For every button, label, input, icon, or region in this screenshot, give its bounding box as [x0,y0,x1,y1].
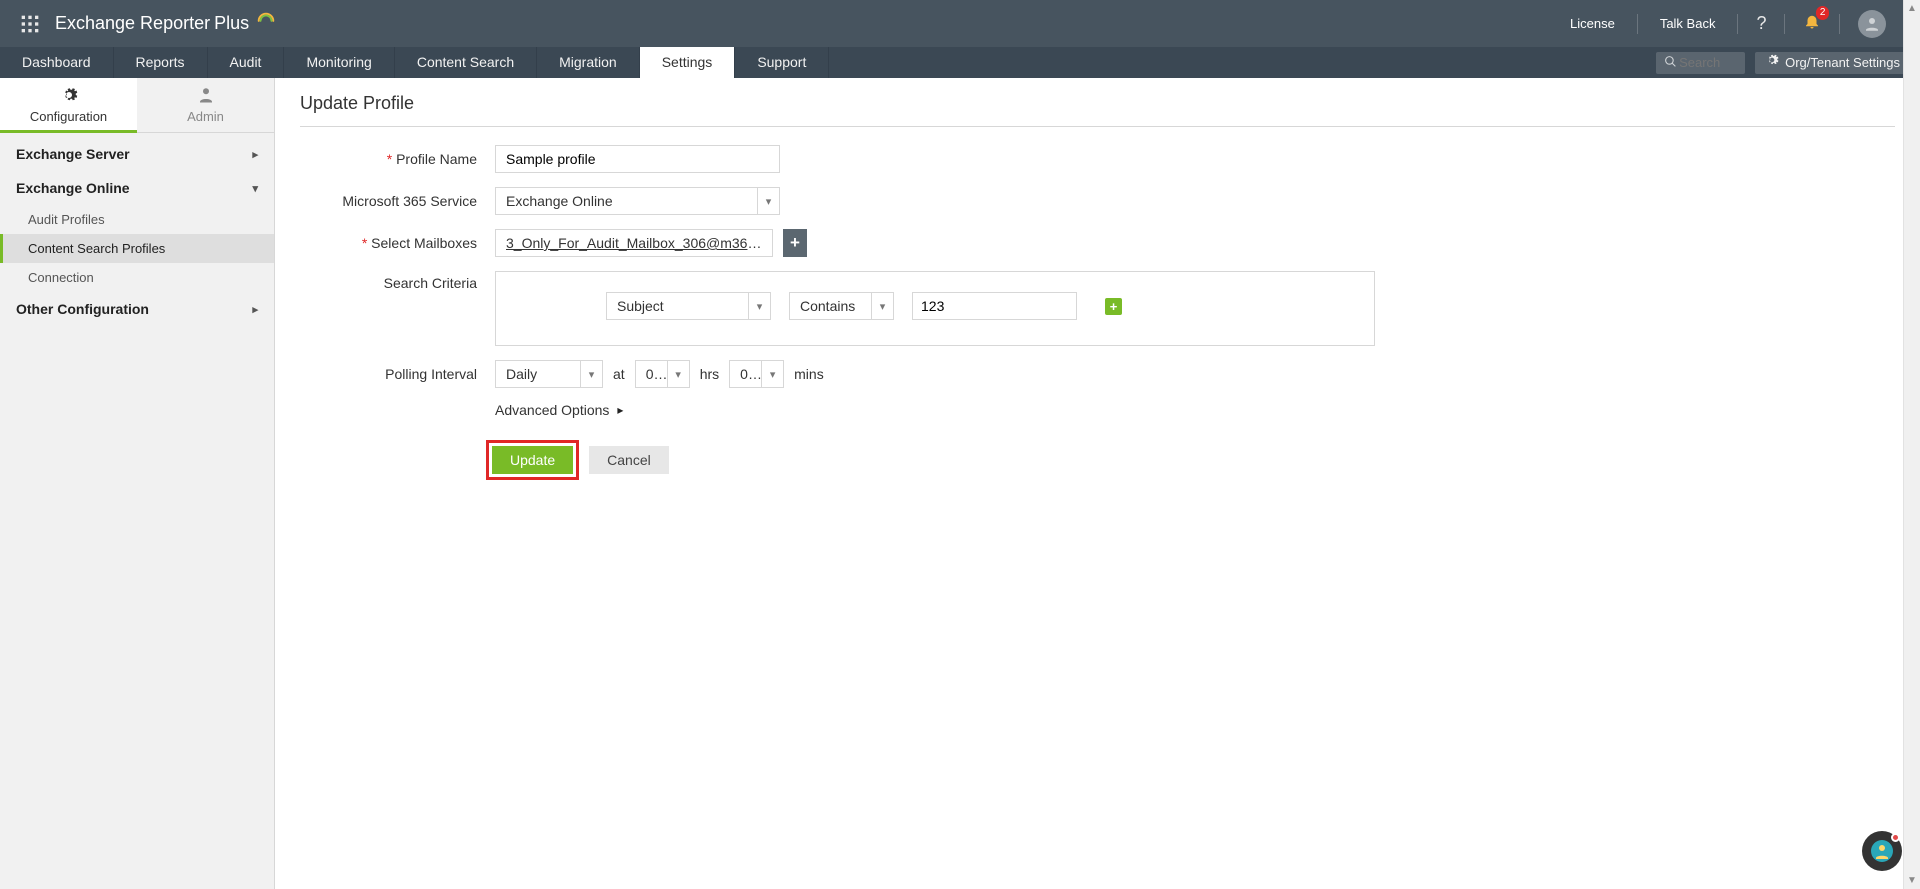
menu-group-label: Other Configuration [16,301,149,317]
hrs-label: hrs [700,366,719,382]
menu-group-label: Exchange Online [16,180,130,196]
tab-audit[interactable]: Audit [208,47,285,78]
chevron-down-icon: ▾ [252,182,258,195]
search-criteria-box: Subject ▾ Contains ▾ + [495,271,1375,346]
m365-service-label: Microsoft 365 Service [300,193,495,209]
select-value: 00 [730,366,761,382]
brand-name-a: Exchange Reporter [55,13,210,34]
gear-icon [60,86,78,109]
admin-icon [197,86,215,109]
separator [1784,14,1785,34]
profile-name-label: Profile Name [300,151,495,167]
side-tab-label: Admin [187,109,224,124]
global-search[interactable] [1656,52,1745,74]
menu-item-connection[interactable]: Connection [0,263,274,292]
search-criteria-label: Search Criteria [300,271,495,291]
chevron-down-icon: ▾ [757,188,779,214]
chevron-right-icon: ▸ [252,148,258,161]
side-menu: Exchange Server ▸ Exchange Online ▾ Audi… [0,133,274,889]
criteria-field-select[interactable]: Subject ▾ [606,292,771,320]
tab-content-search[interactable]: Content Search [395,47,537,78]
chevron-down-icon: ▾ [580,361,602,387]
tab-dashboard[interactable]: Dashboard [0,47,114,78]
search-icon [1664,55,1677,71]
side-tab-admin[interactable]: Admin [137,78,274,132]
chat-notification-dot [1891,833,1900,842]
polling-interval-select[interactable]: Daily ▾ [495,360,603,388]
select-value: Contains [790,298,871,314]
select-value: Daily [496,366,580,382]
top-right-controls: License Talk Back ? 2 ▾ [1566,10,1910,38]
menu-item-audit-profiles[interactable]: Audit Profiles [0,205,274,234]
select-mailboxes-label: Select Mailboxes [300,235,495,251]
advanced-options-toggle[interactable]: Advanced Options ▸ [495,402,1895,418]
polling-hours-select[interactable]: 00 ▾ [635,360,690,388]
separator [1839,14,1840,34]
menu-group-other-configuration[interactable]: Other Configuration ▸ [0,292,274,326]
tab-reports[interactable]: Reports [114,47,208,78]
select-value: Subject [607,298,748,314]
update-button[interactable]: Update [492,446,573,474]
at-label: at [613,366,625,382]
brand-name-b: Plus [214,13,249,34]
help-icon[interactable]: ? [1756,13,1766,34]
side-tab-label: Configuration [30,109,107,124]
select-value: 00 [636,366,667,382]
select-value: Exchange Online [496,193,757,209]
mailboxes-select[interactable]: 3_Only_For_Audit_Mailbox_306@m365q… [495,229,773,257]
m365-service-select[interactable]: Exchange Online ▾ [495,187,780,215]
polling-mins-select[interactable]: 00 ▾ [729,360,784,388]
advanced-options-label: Advanced Options [495,402,609,418]
chevron-down-icon: ▾ [667,361,689,387]
update-button-highlight: Update [486,440,579,480]
main-navigation: Dashboard Reports Audit Monitoring Conte… [0,47,1920,78]
polling-interval-label: Polling Interval [300,366,495,382]
add-criteria-button[interactable]: + [1105,298,1122,315]
side-tab-configuration[interactable]: Configuration [0,78,137,132]
criteria-operator-select[interactable]: Contains ▾ [789,292,894,320]
org-tenant-settings-button[interactable]: Org/Tenant Settings [1755,52,1910,74]
main-content: Update Profile Profile Name Microsoft 36… [275,78,1920,889]
talkback-link[interactable]: Talk Back [1656,16,1720,31]
mins-label: mins [794,366,824,382]
apps-grid-icon[interactable] [20,14,40,34]
select-value: 3_Only_For_Audit_Mailbox_306@m365q… [496,235,772,251]
brand-logo[interactable]: Exchange Reporter Plus [55,10,277,37]
org-tenant-label: Org/Tenant Settings [1785,52,1900,74]
criteria-value-input[interactable] [912,292,1077,320]
brand-swirl-icon [255,10,277,37]
menu-group-exchange-server[interactable]: Exchange Server ▸ [0,137,274,171]
notification-count: 2 [1816,6,1830,20]
menu-item-content-search-profiles[interactable]: Content Search Profiles [0,234,274,263]
chevron-right-icon: ▸ [252,303,258,316]
notifications-button[interactable]: 2 [1803,12,1821,35]
scroll-up-icon[interactable]: ▲ [1904,0,1920,17]
chevron-down-icon: ▾ [748,293,770,319]
add-mailbox-button[interactable]: + [783,229,807,257]
profile-name-input[interactable] [495,145,780,173]
page-title: Update Profile [300,93,1895,127]
tab-monitoring[interactable]: Monitoring [284,47,394,78]
chevron-right-icon: ▸ [617,403,623,417]
sidebar: Configuration Admin Exchange Server ▸ Ex… [0,78,275,889]
tab-settings[interactable]: Settings [640,47,736,78]
cancel-button[interactable]: Cancel [589,446,669,474]
tab-migration[interactable]: Migration [537,47,640,78]
tab-support[interactable]: Support [735,47,829,78]
chevron-down-icon: ▾ [871,293,893,319]
separator [1637,14,1638,34]
search-input[interactable] [1677,54,1737,71]
chat-widget[interactable] [1862,831,1902,871]
user-menu[interactable] [1858,10,1886,38]
chevron-down-icon: ▾ [761,361,783,387]
separator [1737,14,1738,34]
menu-group-exchange-online[interactable]: Exchange Online ▾ [0,171,274,205]
menu-group-label: Exchange Server [16,146,130,162]
license-link[interactable]: License [1566,16,1619,31]
gear-icon [1765,52,1779,74]
top-header: Exchange Reporter Plus License Talk Back… [0,0,1920,47]
